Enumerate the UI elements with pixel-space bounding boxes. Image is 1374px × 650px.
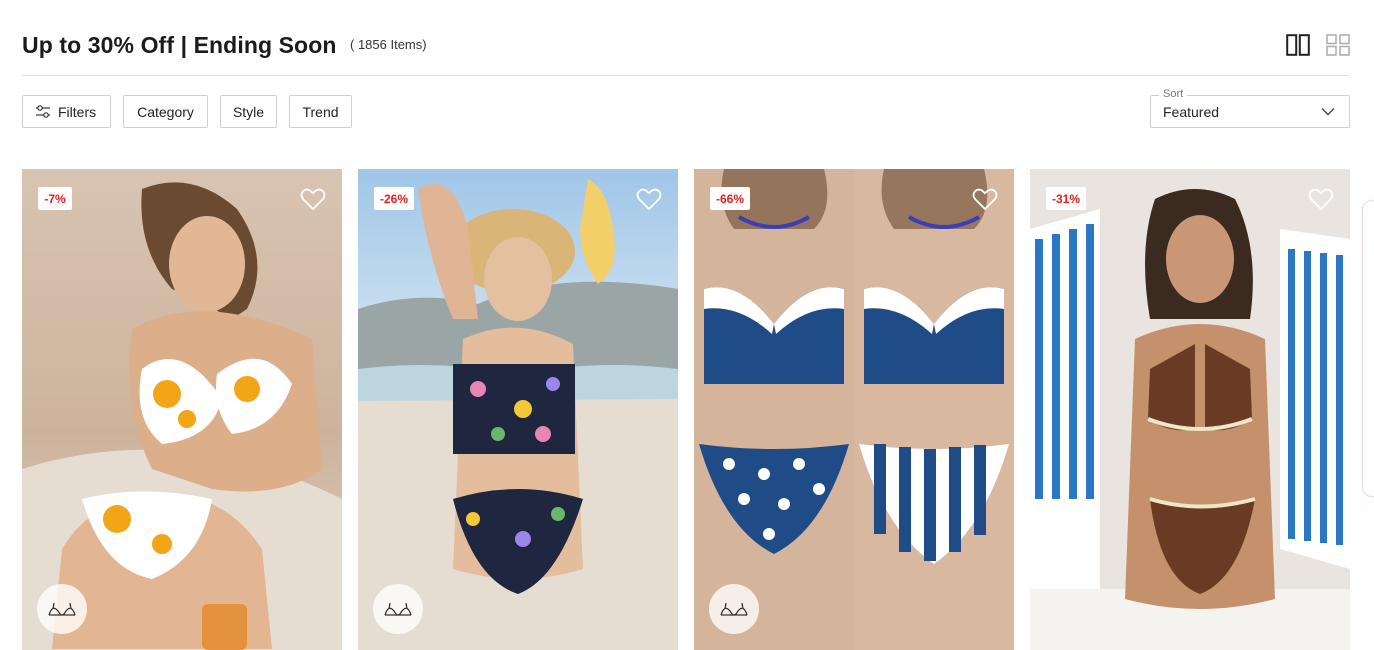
sort-label: Sort bbox=[1159, 88, 1188, 100]
sort-select[interactable]: Sort Featured bbox=[1150, 88, 1350, 128]
bikini-top-icon bbox=[384, 602, 412, 616]
trend-filter-button[interactable]: Trend bbox=[289, 95, 352, 128]
fit-guide-button[interactable] bbox=[37, 584, 87, 634]
two-column-grid-icon[interactable] bbox=[1286, 34, 1310, 56]
product-image[interactable] bbox=[22, 169, 342, 650]
discount-badge: -26% bbox=[374, 187, 415, 210]
filter-toolbar: Filters Category Style Trend Sort Featur… bbox=[22, 88, 1350, 128]
bikini-top-icon bbox=[48, 602, 76, 616]
style-label: Style bbox=[232, 103, 265, 120]
side-panel-tab[interactable] bbox=[1362, 200, 1374, 497]
product-card[interactable]: -66% bbox=[694, 169, 1014, 650]
heart-icon[interactable] bbox=[972, 187, 998, 211]
heart-icon[interactable] bbox=[300, 187, 326, 211]
product-grid: -7% -26% -66% -31% bbox=[22, 169, 1350, 650]
filters-button[interactable]: Filters bbox=[22, 95, 111, 128]
filters-label: Filters bbox=[58, 103, 97, 120]
category-label: Category bbox=[137, 103, 194, 120]
product-card[interactable]: -31% bbox=[1030, 169, 1350, 650]
item-count: ( 1856 Items) bbox=[350, 37, 427, 52]
page-title: Up to 30% Off | Ending Soon bbox=[22, 32, 337, 58]
chevron-down-icon bbox=[1321, 108, 1335, 116]
style-filter-button[interactable]: Style bbox=[220, 95, 277, 128]
heart-icon[interactable] bbox=[1308, 187, 1334, 211]
product-card[interactable]: -26% bbox=[358, 169, 678, 650]
heart-icon[interactable] bbox=[636, 187, 662, 211]
category-filter-button[interactable]: Category bbox=[123, 95, 208, 128]
page-header: Up to 30% Off | Ending Soon ( 1856 Items… bbox=[22, 28, 1350, 76]
bikini-top-icon bbox=[720, 602, 748, 616]
trend-label: Trend bbox=[302, 103, 339, 120]
product-image[interactable] bbox=[694, 169, 1014, 650]
product-card[interactable]: -7% bbox=[22, 169, 342, 650]
product-image[interactable] bbox=[1030, 169, 1350, 650]
sliders-icon bbox=[36, 105, 50, 118]
discount-badge: -7% bbox=[38, 187, 72, 210]
sort-value: Featured bbox=[1163, 104, 1220, 120]
four-column-grid-icon[interactable] bbox=[1326, 34, 1350, 56]
fit-guide-button[interactable] bbox=[373, 584, 423, 634]
product-image[interactable] bbox=[358, 169, 678, 650]
fit-guide-button[interactable] bbox=[709, 584, 759, 634]
discount-badge: -31% bbox=[1046, 187, 1087, 210]
discount-badge: -66% bbox=[710, 187, 751, 210]
